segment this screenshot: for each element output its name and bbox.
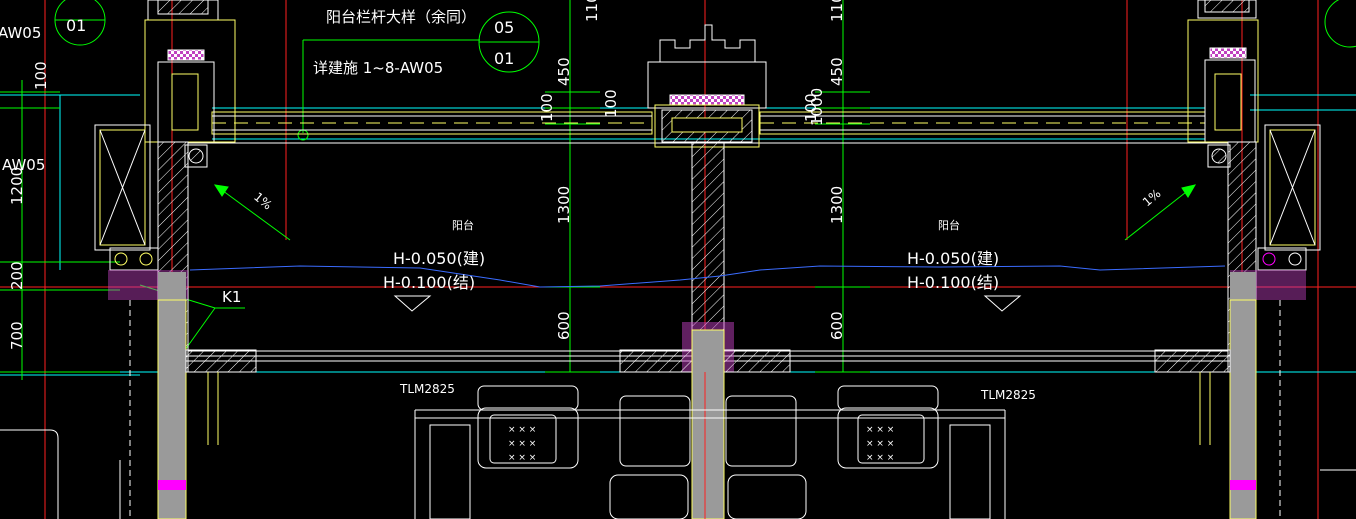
svg-text:× × ×: × × × [866,425,894,435]
dim-mid-3: 100 [538,93,556,122]
level-building-left: H-0.050(建) [393,249,485,268]
dim-mid-2: 450 [555,57,573,86]
dim-right-1: 1100 [828,0,846,22]
center-column [619,24,791,519]
level-struct-left: H-0.100(结) [383,273,475,292]
left-column [94,0,257,519]
top-left-sheet: 01 [66,16,86,35]
level-building-right: H-0.050(建) [907,249,999,268]
dim-left-3: 200 [8,261,26,290]
dim-mid-1: 1100 [583,0,601,22]
dim-mid-6: 600 [555,311,573,340]
dim-right-5: 1300 [828,186,846,224]
dim-mid-5: 1300 [555,186,573,224]
dim-left-2: 1200 [8,167,26,205]
balcony-label-left: 阳台 [452,218,474,232]
dim-mid-4: 100 [602,89,620,118]
door-label-right: TLM2825 [980,388,1036,402]
left-aw05-top: AW05 [0,24,41,42]
svg-text:× × ×: × × × [508,453,536,463]
detail-number: 05 [494,18,514,37]
dim-left-4: 700 [8,321,26,350]
level-struct-right: H-0.100(结) [907,273,999,292]
balcony-label-right: 阳台 [938,218,960,232]
axis-lines [0,0,1356,519]
svg-text:× × ×: × × × [508,425,536,435]
note-title: 阳台栏杆大样（余同） [326,8,476,26]
dim-right-4: 1000 [808,88,826,126]
dim-right-2: 450 [828,57,846,86]
cad-canvas[interactable]: × × × × × × × × × × × × × × × × × × 阳台栏杆… [0,0,1356,519]
column-tag: K1 [222,288,241,306]
note-reference: 详建施 1~8-AW05 [313,59,443,77]
detail-sheet: 01 [494,49,514,68]
right-column [1154,0,1321,519]
svg-text:× × ×: × × × [508,439,536,449]
dim-left-1: 100 [32,61,50,90]
slope-right: 1% [1140,186,1164,209]
dim-right-6: 600 [828,311,846,340]
door-label-left: TLM2825 [399,382,455,396]
svg-text:× × ×: × × × [866,453,894,463]
svg-text:× × ×: × × × [866,439,894,449]
slope-left: 1% [251,190,275,213]
